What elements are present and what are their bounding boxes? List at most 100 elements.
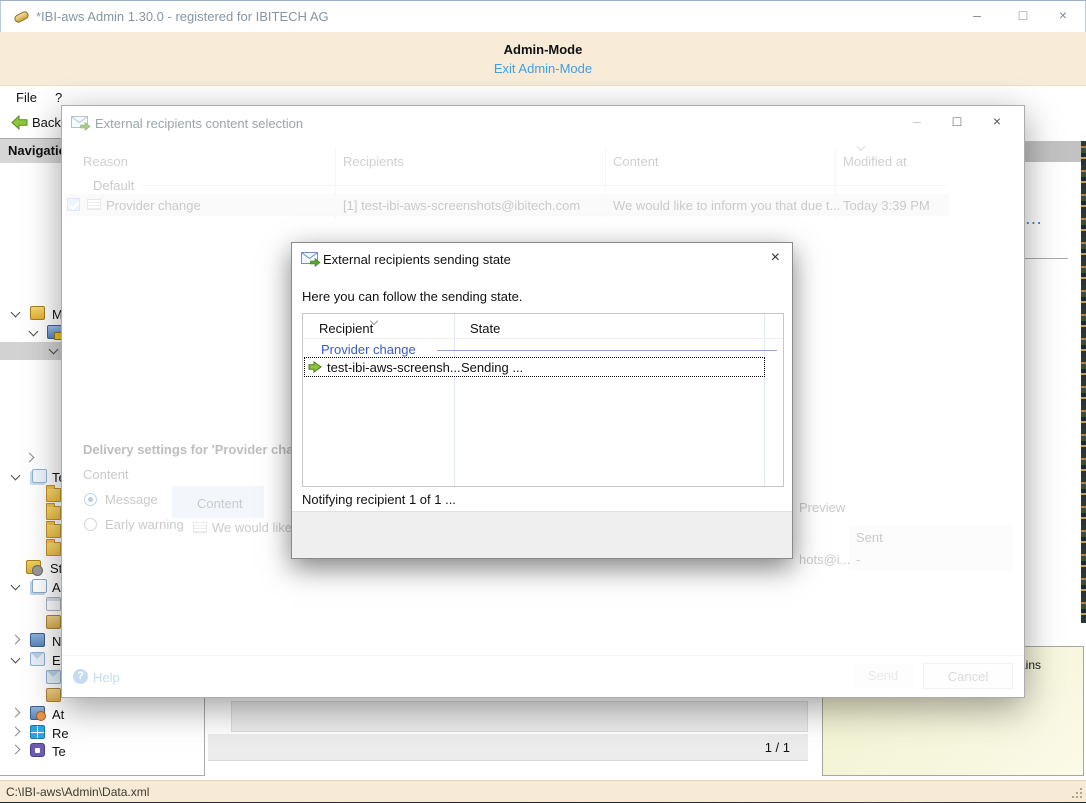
table-row-focused[interactable]: test-ibi-aws-screensh... Sending ... xyxy=(305,358,764,376)
column-header-reason[interactable]: Reason xyxy=(83,154,128,169)
scroll-bar[interactable] xyxy=(231,701,808,732)
nav-item[interactable]: Te xyxy=(0,742,203,760)
chevron-right-icon[interactable] xyxy=(11,727,21,737)
cell-state: Sending ... xyxy=(461,360,523,375)
folder-icon xyxy=(46,524,61,538)
message-preview-text: We would like xyxy=(212,520,292,535)
sending-status-text: Notifying recipient 1 of 1 ... xyxy=(302,492,456,507)
column-header-modified[interactable]: Modified at xyxy=(843,154,907,169)
send-button[interactable]: Send xyxy=(853,663,913,689)
cell-recipients: [1] test-ibi-aws-screenshots@ibitech.com xyxy=(343,198,580,213)
back-button[interactable]: Back xyxy=(7,112,65,134)
chevron-down-icon[interactable] xyxy=(11,581,21,591)
folder-icon xyxy=(46,506,61,520)
header-divider xyxy=(303,338,783,339)
column-header-recipient[interactable]: Recipient xyxy=(319,321,373,336)
envelope-icon xyxy=(46,670,61,684)
group-line xyxy=(142,185,947,186)
nav-item-label: N xyxy=(52,634,61,649)
mail-send-icon xyxy=(301,252,321,267)
radio-message[interactable] xyxy=(84,493,97,506)
chevron-down-icon[interactable] xyxy=(11,654,21,664)
folder-icon xyxy=(46,542,61,556)
cell-modified: Today 3:39 PM xyxy=(843,198,930,213)
maximize-button[interactable]: □ xyxy=(1009,7,1037,23)
package-icon xyxy=(46,688,61,702)
group-row-label: Default xyxy=(93,178,134,193)
content-label: Content xyxy=(83,467,129,482)
more-link[interactable]: ... xyxy=(1026,212,1043,227)
gear-package-icon xyxy=(26,560,41,574)
chevron-right-icon[interactable] xyxy=(11,745,21,755)
column-header-recipients[interactable]: Recipients xyxy=(343,154,404,169)
exit-admin-mode-link[interactable]: Exit Admin-Mode xyxy=(494,61,592,76)
app-icon xyxy=(12,9,28,24)
cell-content: We would like to inform you that due t..… xyxy=(613,198,840,213)
column-header-content[interactable]: Content xyxy=(613,154,659,169)
close-icon[interactable]: × xyxy=(771,249,780,267)
group-line xyxy=(437,350,777,351)
resize-grip[interactable] xyxy=(1072,788,1082,798)
titlebar: *IBI-aws Admin 1.30.0 - registered for I… xyxy=(0,1,1086,32)
admin-mode-heading: Admin-Mode xyxy=(0,32,1086,57)
computer-warning-icon xyxy=(47,325,62,339)
footer-divider xyxy=(62,655,1024,656)
pagination-label: 1 / 1 xyxy=(765,740,790,755)
divider xyxy=(1025,258,1068,259)
right-edge-strip xyxy=(1081,141,1086,623)
teams-icon xyxy=(30,743,45,757)
window-icon xyxy=(46,597,61,611)
dialog-description: Here you can follow the sending state. xyxy=(302,289,522,304)
sending-state-dialog: External recipients sending state × Here… xyxy=(291,242,793,559)
tab-content-label: Content xyxy=(197,496,243,511)
help-link[interactable]: Help xyxy=(93,670,120,685)
cell-reason: Provider change xyxy=(106,198,201,213)
folder-icon xyxy=(46,488,61,502)
radio-early-warning[interactable] xyxy=(84,518,97,531)
recipient-fragment: hots@i... xyxy=(799,552,851,567)
delivery-settings-heading: Delivery settings for 'Provider change' xyxy=(83,442,320,457)
monitor-icon xyxy=(30,633,45,647)
package-icon xyxy=(30,306,45,320)
app-window: *IBI-aws Admin 1.30.0 - registered for I… xyxy=(0,0,1086,803)
chevron-down-icon[interactable] xyxy=(49,345,59,355)
cell-recipient: test-ibi-aws-screensh... xyxy=(327,360,461,375)
copy-icon xyxy=(32,469,47,483)
nav-item[interactable]: Re xyxy=(0,724,203,742)
cancel-button[interactable]: Cancel xyxy=(923,663,1013,689)
tab-preview-label[interactable]: Preview xyxy=(799,500,845,515)
admin-mode-banner: Admin-Mode Exit Admin-Mode xyxy=(0,32,1086,86)
back-arrow-icon xyxy=(11,115,28,130)
nav-item[interactable]: At xyxy=(0,705,203,723)
column-header-state[interactable]: State xyxy=(470,321,500,336)
chevron-right-icon[interactable] xyxy=(11,635,21,645)
sent-column-header: Sent xyxy=(856,530,883,545)
chevron-down-icon[interactable] xyxy=(29,327,39,337)
sent-value: - xyxy=(856,552,860,567)
support-icon xyxy=(30,706,45,720)
chevron-right-icon[interactable] xyxy=(11,708,21,718)
dialog-title: External recipients sending state xyxy=(323,252,511,267)
menu-help[interactable]: ? xyxy=(55,90,62,105)
close-button[interactable]: × xyxy=(1049,7,1077,23)
nav-item-label: Re xyxy=(52,726,69,741)
radio-message-label: Message xyxy=(105,492,158,507)
nav-item-label: At xyxy=(52,707,64,722)
message-icon xyxy=(193,522,207,533)
status-bar: C:\IBI-aws\Admin\Data.xml xyxy=(0,780,1086,802)
window-title: *IBI-aws Admin 1.30.0 - registered for I… xyxy=(36,9,329,24)
group-row-label: Provider change xyxy=(321,342,416,357)
chevron-down-icon[interactable] xyxy=(11,471,21,481)
chevron-right-icon[interactable] xyxy=(25,453,35,463)
checkbox-checked-icon[interactable] xyxy=(67,198,80,211)
dialog-footer xyxy=(292,511,792,558)
chevron-down-icon[interactable] xyxy=(11,308,21,318)
column-divider xyxy=(764,314,765,486)
data-file-path: C:\IBI-aws\Admin\Data.xml xyxy=(6,785,149,799)
nav-item-label: Te xyxy=(52,744,66,759)
minimize-button[interactable]: – xyxy=(963,7,991,23)
radio-early-warning-label: Early warning xyxy=(105,517,184,532)
menu-file[interactable]: File xyxy=(16,90,37,105)
mail-icon xyxy=(30,652,45,666)
app-windows-icon xyxy=(32,579,47,593)
